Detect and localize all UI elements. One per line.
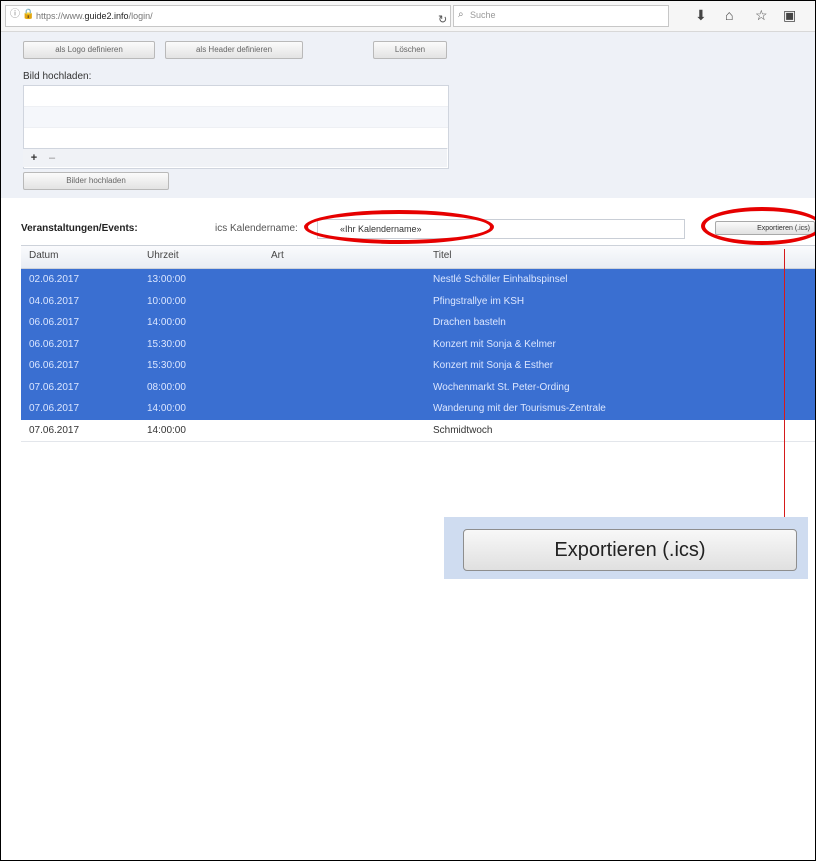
- upload-label: Bild hochladen:: [23, 71, 92, 82]
- table-body: 02.06.2017 13:00:00 Nestlé Schöller Einhal…: [21, 269, 815, 442]
- cell-uhrzeit: 08:00:00: [147, 381, 186, 393]
- table-row[interactable]: 07.06.2017 14:00:00 Wanderung mit der Tour…: [21, 398, 815, 420]
- table-row[interactable]: 06.06.2017 15:30:00 Konzert mit Sonja & Ke…: [21, 333, 815, 355]
- cell-titel: Pfingstrallye im KSH: [433, 295, 525, 307]
- column-header-datum[interactable]: Datum: [29, 250, 58, 261]
- browser-toolbar: ⓘ 🔒 https://www.guide2.info/login/ ↻ ⌕ S…: [1, 1, 815, 32]
- cell-datum: 02.06.2017: [29, 274, 80, 285]
- lock-icon: 🔒: [22, 9, 35, 20]
- cell-titel: Schmidtwoch: [433, 424, 493, 436]
- search-icon: ⌕: [458, 9, 464, 20]
- table-row[interactable]: 04.06.2017 10:00:00 Pfingstrallye im KSH: [21, 290, 815, 312]
- cell-datum: 07.06.2017: [29, 403, 80, 414]
- info-icon[interactable]: ⓘ: [10, 9, 22, 21]
- table-row[interactable]: 06.06.2017 14:00:00 Drachen basteln: [21, 312, 815, 334]
- events-table: Datum Uhrzeit Art Titel 02.06.2017 13:00:…: [21, 245, 815, 442]
- reload-icon[interactable]: ↻: [438, 13, 447, 26]
- bookmark-star-icon[interactable]: ☆: [755, 7, 768, 23]
- column-header-uhrzeit[interactable]: Uhrzeit: [147, 250, 179, 261]
- cell-datum: 07.06.2017: [29, 424, 80, 436]
- add-file-button[interactable]: +: [27, 151, 41, 165]
- table-row[interactable]: 06.06.2017 15:30:00 Konzert mit Sonja & Es…: [21, 355, 815, 377]
- table-header: Datum Uhrzeit Art Titel: [21, 245, 815, 269]
- cell-datum: 06.06.2017: [29, 338, 80, 350]
- column-header-art[interactable]: Art: [271, 250, 284, 261]
- cell-uhrzeit: 14:00:00: [147, 424, 186, 436]
- cell-uhrzeit: 10:00:00: [147, 295, 186, 307]
- ics-calendar-label: ics Kalendername:: [215, 223, 298, 234]
- cell-uhrzeit: 15:30:00: [147, 360, 186, 371]
- column-header-titel[interactable]: Titel: [433, 250, 452, 261]
- url-text[interactable]: https://www.guide2.info/login/: [36, 10, 153, 22]
- cell-titel: Konzert mit Sonja & Kelmer: [433, 338, 556, 350]
- cell-uhrzeit: 15:30:00: [147, 338, 186, 350]
- download-icon[interactable]: ⬇: [695, 7, 707, 23]
- cell-datum: 06.06.2017: [29, 360, 80, 371]
- delete-button[interactable]: Löschen: [373, 41, 447, 59]
- upload-controls: + –: [23, 148, 447, 167]
- highlight-export-oval: [701, 207, 815, 245]
- events-title: Veranstaltungen/Events:: [21, 223, 138, 234]
- set-header-button[interactable]: als Header definieren: [165, 41, 303, 59]
- cell-datum: 07.06.2017: [29, 381, 80, 393]
- callout-connector: [784, 249, 785, 520]
- highlight-ics-name-oval: [304, 210, 494, 244]
- cell-uhrzeit: 13:00:00: [147, 274, 186, 285]
- search-placeholder: Suche: [470, 10, 496, 20]
- cell-titel: Drachen basteln: [433, 317, 506, 328]
- set-logo-button[interactable]: als Logo definieren: [23, 41, 155, 59]
- cell-titel: Wanderung mit der Tourismus-Zentrale: [433, 403, 606, 414]
- cell-uhrzeit: 14:00:00: [147, 317, 186, 328]
- export-ics-button-zoomed[interactable]: Exportieren (.ics): [463, 529, 797, 571]
- list-item: [24, 107, 448, 128]
- cell-titel: Konzert mit Sonja & Esther: [433, 360, 554, 371]
- clipboard-icon[interactable]: ▣: [783, 7, 796, 23]
- search-input[interactable]: ⌕ Suche: [453, 5, 669, 27]
- table-row[interactable]: 07.06.2017 14:00:00 Schmidtwoch: [21, 419, 815, 442]
- list-item: [24, 86, 448, 107]
- url-bar[interactable]: ⓘ 🔒 https://www.guide2.info/login/ ↻: [5, 5, 451, 27]
- cell-datum: 06.06.2017: [29, 317, 80, 328]
- cell-titel: Wochenmarkt St. Peter-Ording: [433, 381, 570, 393]
- cell-datum: 04.06.2017: [29, 295, 80, 307]
- upload-images-button[interactable]: Bilder hochladen: [23, 172, 169, 190]
- home-icon[interactable]: ⌂: [725, 7, 733, 23]
- cell-uhrzeit: 14:00:00: [147, 403, 186, 414]
- list-item: [24, 128, 448, 149]
- cell-titel: Nestlé Schöller Einhalbspinsel: [433, 274, 568, 285]
- page-frame: ⓘ 🔒 https://www.guide2.info/login/ ↻ ⌕ S…: [0, 0, 816, 861]
- table-row[interactable]: 07.06.2017 08:00:00 Wochenmarkt St. Peter-…: [21, 376, 815, 398]
- table-row[interactable]: 02.06.2017 13:00:00 Nestlé Schöller Einhal…: [21, 269, 815, 291]
- remove-file-button[interactable]: –: [45, 151, 59, 165]
